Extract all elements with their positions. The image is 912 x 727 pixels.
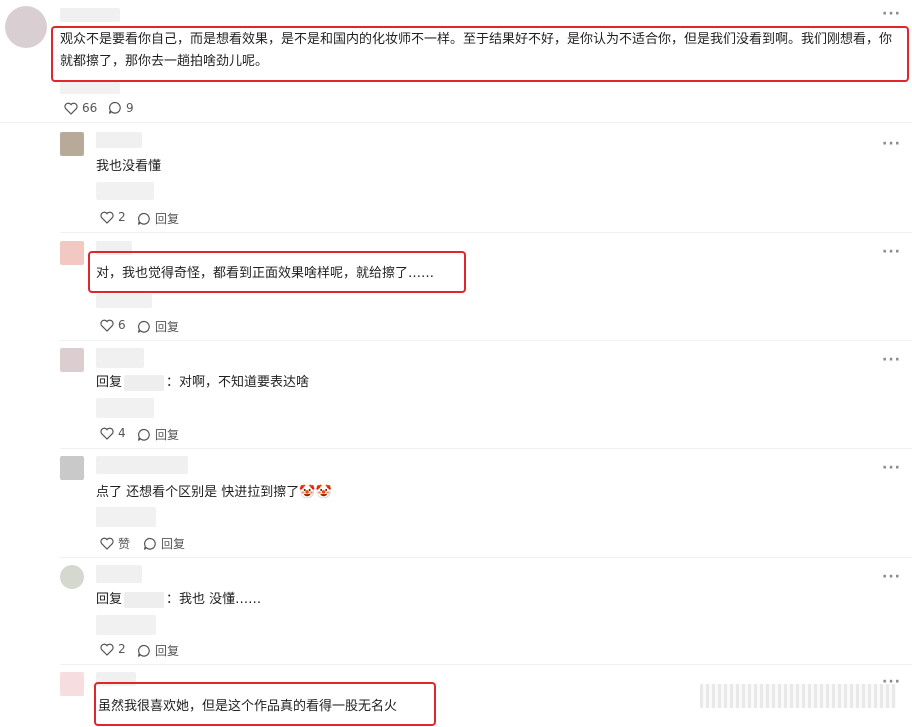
- timestamp-blurred: [96, 294, 152, 308]
- reply-body: ：对啊，不知道要表达啥: [166, 375, 310, 390]
- like-count: 2: [118, 642, 126, 656]
- more-dots-icon[interactable]: ···: [882, 352, 901, 368]
- timestamp-blurred: [60, 82, 120, 94]
- like-label: 赞: [118, 537, 131, 551]
- comment-text: 我也没看懂: [96, 159, 162, 174]
- comment-text: 虽然我很喜欢她，但是这个作品真的看得一股无名火: [98, 699, 398, 714]
- more-dots-icon[interactable]: ···: [882, 569, 901, 585]
- heart-outline-icon: [100, 537, 114, 550]
- comment-text: 观众不是要看你自己，而是想看效果，是不是和国内的化妆师不一样。至于结果好不好，是…: [60, 32, 893, 69]
- comment-text: 回复 ：对啊，不知道要表达啥: [96, 372, 309, 394]
- heart-outline-icon: [64, 102, 78, 115]
- reply-label: 回复: [155, 644, 180, 658]
- reply-button[interactable]: 回复: [137, 426, 179, 443]
- heart-outline-icon: [100, 643, 114, 656]
- like-count: 66: [82, 101, 98, 115]
- username-blurred[interactable]: [60, 8, 120, 22]
- reply-button[interactable]: 回复: [143, 535, 185, 552]
- emoji-clown: 🤡🤡: [299, 485, 332, 500]
- reply-label: 回复: [155, 320, 180, 334]
- avatar[interactable]: [60, 565, 84, 589]
- timestamp-blurred: [96, 615, 156, 635]
- divider: [60, 340, 912, 341]
- heart-outline-icon: [100, 427, 114, 440]
- reply-prefix: 回复: [96, 592, 123, 607]
- timestamp-blurred: [96, 398, 154, 418]
- like-button[interactable]: 4: [100, 426, 126, 440]
- divider: [60, 232, 912, 233]
- comment-bubble-icon: [137, 644, 150, 657]
- like-count: 4: [118, 426, 126, 440]
- more-dots-icon[interactable]: ···: [882, 6, 901, 22]
- divider: [0, 122, 912, 123]
- timestamp-blurred: [96, 507, 156, 527]
- reply-button[interactable]: 回复: [137, 318, 179, 335]
- reply-body: ：我也 没懂……: [166, 592, 262, 607]
- comment-bubble-icon: [143, 537, 156, 550]
- like-button[interactable]: 赞: [100, 535, 130, 552]
- timestamp-blurred: [96, 182, 154, 200]
- username-blurred[interactable]: [96, 565, 142, 583]
- like-button[interactable]: 66: [64, 101, 97, 115]
- comment-bubble-icon: [137, 320, 150, 333]
- mentioned-user-blurred[interactable]: [124, 591, 165, 608]
- reply-prefix: 回复: [96, 375, 123, 390]
- comment-bubble-icon: [108, 101, 121, 114]
- avatar[interactable]: [60, 456, 84, 480]
- comment-bubble-icon: [137, 428, 150, 441]
- heart-outline-icon: [100, 211, 114, 224]
- avatar[interactable]: [60, 672, 84, 696]
- like-button[interactable]: 6: [100, 318, 126, 332]
- comment-text: 回复 ：我也 没懂……: [96, 589, 261, 611]
- avatar[interactable]: [60, 348, 84, 372]
- reply-label: 回复: [161, 537, 186, 551]
- reply-button[interactable]: 回复: [137, 210, 179, 227]
- reply-button[interactable]: 9: [108, 101, 134, 115]
- heart-outline-icon: [100, 319, 114, 332]
- avatar[interactable]: [60, 241, 84, 265]
- more-dots-icon[interactable]: ···: [882, 460, 901, 476]
- comment-text: 点了 还想看个区别是 快进拉到擦了🤡🤡: [96, 482, 332, 504]
- avatar[interactable]: [60, 132, 84, 156]
- comment-body: 点了 还想看个区别是 快进拉到擦了: [96, 485, 300, 500]
- username-blurred[interactable]: [96, 348, 144, 368]
- mentioned-user-blurred[interactable]: [124, 374, 165, 391]
- comment-bubble-icon: [137, 212, 150, 225]
- more-dots-icon[interactable]: ···: [882, 136, 901, 152]
- divider: [60, 448, 912, 449]
- username-blurred[interactable]: [96, 456, 188, 474]
- username-blurred[interactable]: [96, 132, 142, 148]
- reply-count: 9: [126, 101, 134, 115]
- like-count: 6: [118, 318, 126, 332]
- more-dots-icon[interactable]: ···: [882, 244, 901, 260]
- reply-button[interactable]: 回复: [137, 642, 179, 659]
- reply-label: 回复: [155, 428, 180, 442]
- reply-label: 回复: [155, 212, 180, 226]
- comment-text: 对，我也觉得奇怪，都看到正面效果啥样呢，就给擦了……: [96, 266, 435, 281]
- like-button[interactable]: 2: [100, 210, 126, 224]
- divider: [60, 557, 912, 558]
- like-button[interactable]: 2: [100, 642, 126, 656]
- avatar[interactable]: [5, 6, 47, 48]
- like-count: 2: [118, 210, 126, 224]
- watermark: [700, 684, 896, 708]
- divider: [60, 664, 912, 665]
